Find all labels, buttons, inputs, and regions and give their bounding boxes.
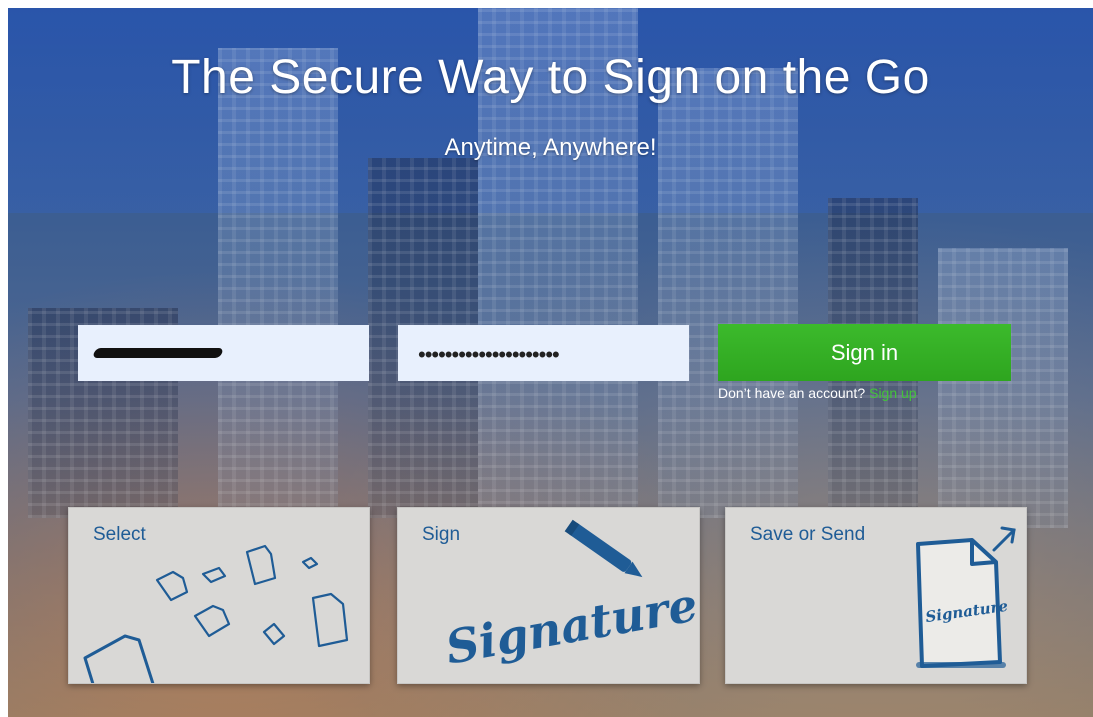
password-field[interactable] xyxy=(398,325,689,381)
select-card[interactable]: Select xyxy=(68,507,370,684)
hero-background: The Secure Way to Sign on the Go Anytime… xyxy=(8,8,1093,717)
page-subtitle: Anytime, Anywhere! xyxy=(444,134,657,161)
sign-up-link[interactable]: Sign up xyxy=(869,385,916,401)
building xyxy=(938,248,1068,528)
documents-icon xyxy=(83,544,349,683)
redacted-username-scribble xyxy=(92,348,224,358)
pen-signature-icon: Signature xyxy=(442,519,700,675)
signature-art-text: Signature xyxy=(442,577,700,674)
sign-card[interactable]: Sign Signature xyxy=(397,507,700,684)
account-prompt-line: Don’t have an account? Sign up xyxy=(718,385,917,401)
account-prompt-text: Don’t have an account? xyxy=(718,385,866,401)
save-send-card[interactable]: Save or Send Signature xyxy=(725,507,1027,684)
sign-in-button[interactable]: Sign in xyxy=(718,324,1011,381)
page-title: The Secure Way to Sign on the Go xyxy=(171,51,930,104)
signed-document-arrow-icon: Signature xyxy=(916,526,1016,668)
building xyxy=(218,48,338,518)
